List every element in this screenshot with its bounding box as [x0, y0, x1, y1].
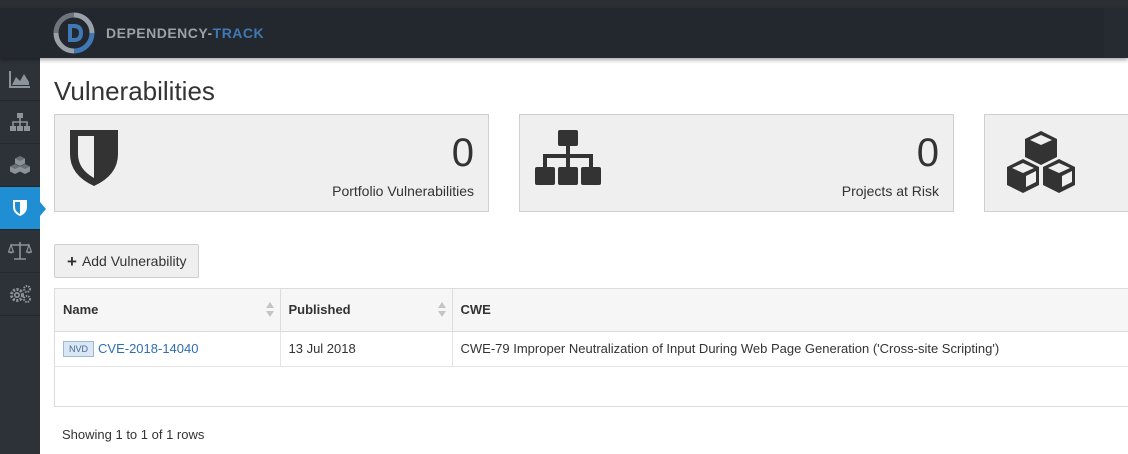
column-header-cwe[interactable]: CWE [452, 289, 1128, 332]
source-badge: NVD [63, 340, 95, 357]
portfolio-vulnerabilities-count: 0 [451, 131, 474, 175]
plus-icon: + [67, 251, 77, 271]
projects-at-risk-card: 0 Projects at Risk [519, 114, 954, 212]
column-header-name-label: Name [63, 302, 99, 318]
components-card [984, 114, 1128, 212]
top-navbar: DEPENDENCY-TRACK [0, 8, 1128, 58]
column-header-name[interactable]: Name [55, 289, 281, 332]
cell-cwe: CWE-79 Improper Neutralization of Input … [452, 331, 1128, 367]
cell-name: NVD CVE-2018-14040 [55, 331, 281, 367]
table-row: NVD CVE-2018-14040 13 Jul 2018 CWE-79 Imp… [55, 331, 1128, 367]
sitemap-icon [10, 113, 30, 131]
table-header-row: Name Published CWE [55, 289, 1128, 332]
main-content: Vulnerabilities 0 Portfolio Vulnerabilit… [40, 58, 1128, 454]
cell-published: 13 Jul 2018 [280, 331, 453, 367]
vulnerability-link[interactable]: CVE-2018-14040 [98, 341, 198, 356]
sitemap-icon [535, 130, 601, 185]
sidebar-item-licenses[interactable] [0, 230, 40, 273]
add-vulnerability-button[interactable]: + Add Vulnerability [54, 244, 200, 278]
browser-top-strip [0, 0, 1128, 8]
add-vulnerability-label: Add Vulnerability [81, 253, 187, 269]
cubes-icon [1007, 131, 1075, 193]
sidebar-item-vulnerabilities[interactable] [0, 187, 46, 230]
vulnerabilities-table: Name Published CWE NVD CVE-2018-14040 13… [54, 288, 1128, 407]
cogs-icon [10, 285, 31, 303]
balance-scale-icon [8, 242, 32, 260]
navbar-right-panel [1104, 8, 1128, 58]
column-header-published[interactable]: Published [280, 289, 453, 332]
projects-at-risk-count: 0 [916, 131, 939, 175]
column-header-published-label: Published [288, 302, 351, 318]
shield-icon [13, 200, 27, 216]
sidebar [0, 58, 46, 454]
brand-text-part2: TRACK [212, 25, 265, 41]
brand-logo-link[interactable]: DEPENDENCY-TRACK [52, 12, 264, 54]
projects-at-risk-label: Projects at Risk [841, 183, 939, 199]
sort-icon[interactable] [437, 302, 446, 318]
dependency-track-logo-icon [53, 12, 95, 54]
sidebar-item-projects[interactable] [0, 101, 40, 144]
brand-text-part1: DEPENDENCY- [106, 25, 213, 41]
sidebar-item-components[interactable] [0, 144, 40, 187]
shield-icon [70, 130, 118, 186]
cubes-icon [10, 156, 30, 174]
sidebar-item-dashboard[interactable] [0, 58, 40, 101]
sidebar-item-administration[interactable] [0, 273, 40, 316]
portfolio-vulnerabilities-label: Portfolio Vulnerabilities [332, 183, 474, 199]
area-chart-icon [9, 71, 30, 88]
brand-text: DEPENDENCY-TRACK [106, 25, 264, 41]
portfolio-vulnerabilities-card: 0 Portfolio Vulnerabilities [54, 114, 489, 212]
page-title: Vulnerabilities [54, 76, 215, 106]
sort-icon[interactable] [265, 302, 274, 318]
column-header-cwe-label: CWE [460, 302, 491, 318]
pagination-info: Showing 1 to 1 of 1 rows [62, 427, 205, 442]
